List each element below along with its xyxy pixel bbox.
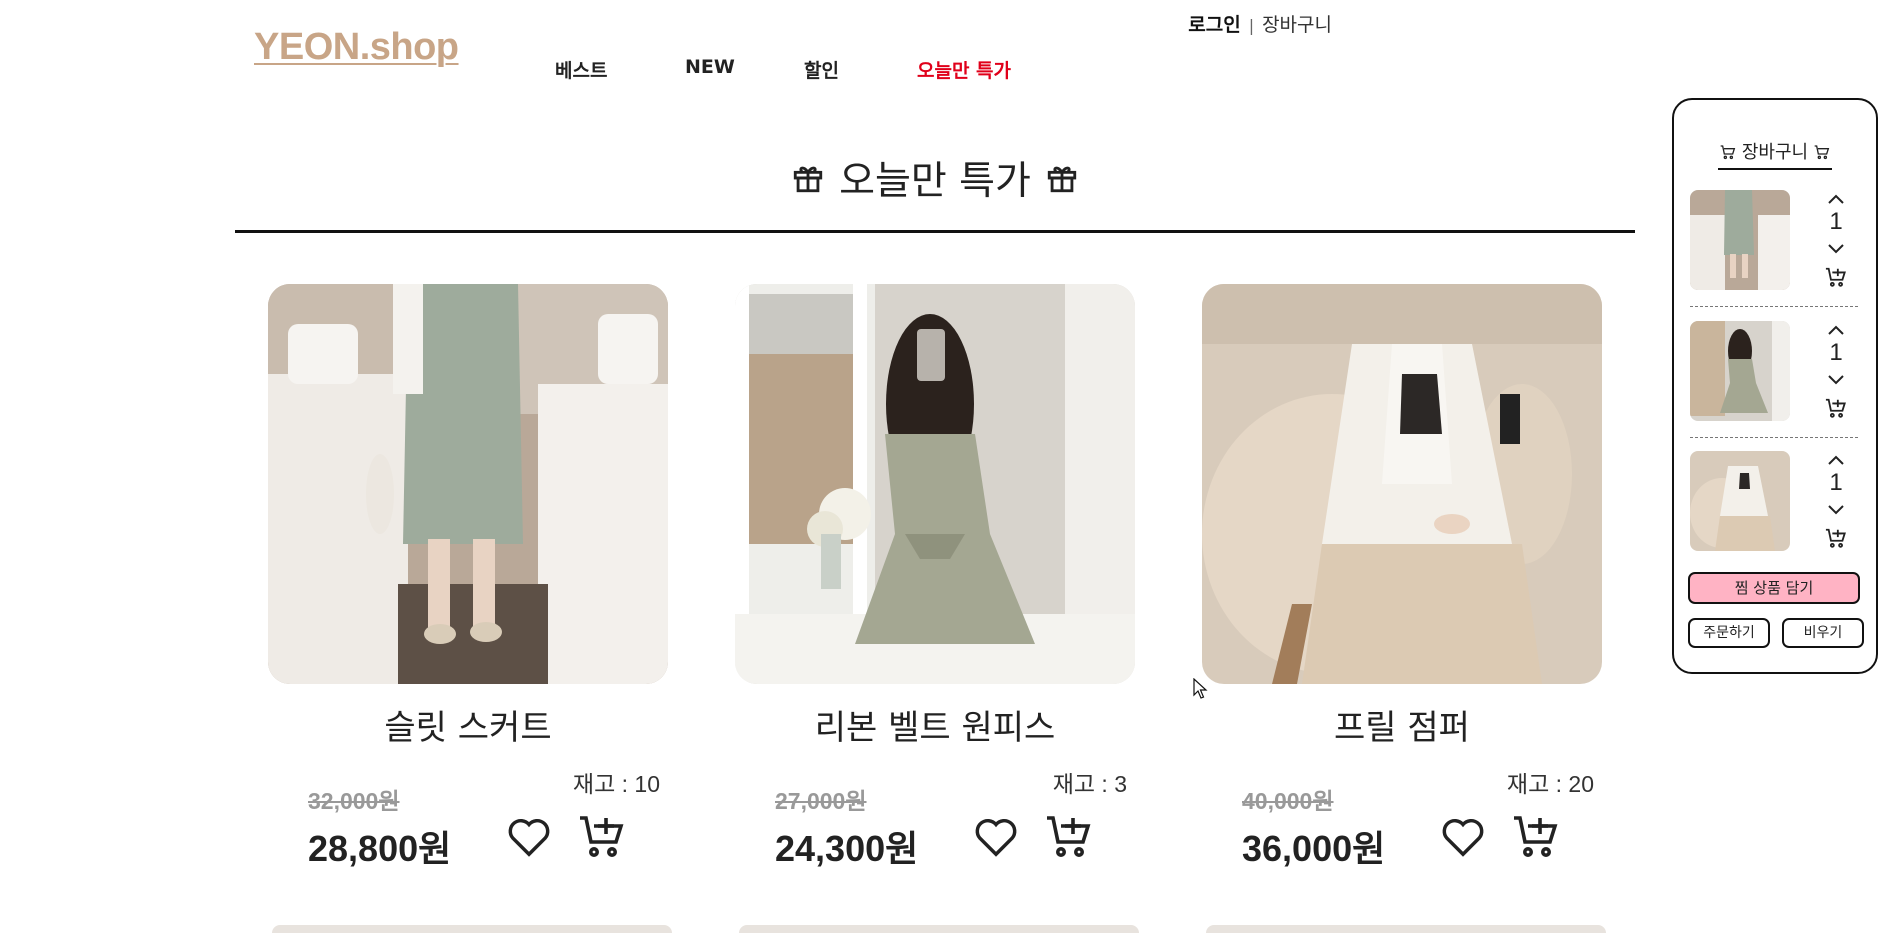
product-price: 28,800원 [308, 828, 452, 869]
mouse-cursor-icon [1193, 678, 1208, 699]
cart-item-quantity: 1 [1829, 208, 1843, 235]
chevron-up-icon[interactable] [1826, 192, 1846, 206]
cart-icon [1814, 145, 1830, 160]
site-logo[interactable]: YEON.shop [254, 26, 459, 69]
menu-item-sale[interactable]: 할인 [804, 56, 917, 83]
chevron-up-icon[interactable] [1826, 323, 1846, 337]
section-divider [235, 230, 1635, 233]
product-image[interactable] [735, 284, 1135, 684]
section-title: 오늘만 특가 [235, 150, 1635, 206]
cart-item: 1 [1690, 451, 1860, 551]
clear-cart-button[interactable]: 비우기 [1782, 618, 1864, 648]
top-nav: 로그인 | 장바구니 [1188, 10, 1332, 37]
menu-item-best[interactable]: 베스트 [555, 56, 685, 83]
product-name[interactable]: 프릴 점퍼 [1202, 700, 1602, 749]
chevron-up-icon[interactable] [1826, 453, 1846, 467]
side-cart-title-text: 장바구니 [1741, 142, 1809, 163]
chevron-down-icon[interactable] [1826, 503, 1846, 517]
nav-separator: | [1248, 16, 1255, 35]
product-stock: 재고 : 10 [572, 771, 660, 797]
product-price: 24,300원 [775, 828, 919, 869]
menu-item-new[interactable]: NEW [685, 56, 804, 83]
product-card: 리본 벨트 원피스 재고 : 3 27,000원 24,300원 [735, 284, 1135, 869]
gift-icon [1047, 166, 1077, 193]
cart-item-divider [1690, 306, 1858, 307]
add-to-cart-icon[interactable] [1824, 527, 1848, 549]
add-to-cart-icon[interactable] [1512, 812, 1560, 860]
cart-item-divider [1690, 437, 1858, 438]
cart-item-thumbnail[interactable] [1690, 321, 1790, 421]
product-name[interactable]: 리본 벨트 원피스 [735, 700, 1135, 749]
next-row-product-image[interactable] [272, 925, 672, 933]
product-image[interactable] [1202, 284, 1602, 684]
product-original-price: 32,000원 [308, 788, 400, 814]
product-original-price: 27,000원 [775, 788, 867, 814]
cart-item-quantity: 1 [1829, 339, 1843, 366]
cart-link[interactable]: 장바구니 [1262, 14, 1332, 36]
heart-icon[interactable] [973, 814, 1019, 860]
add-to-cart-icon[interactable] [1824, 266, 1848, 288]
heart-icon[interactable] [1440, 814, 1486, 860]
next-row-product-image[interactable] [739, 925, 1139, 933]
cart-item-quantity: 1 [1829, 469, 1843, 496]
cart-item-thumbnail[interactable] [1690, 190, 1790, 290]
product-stock: 재고 : 3 [1052, 771, 1127, 797]
side-cart-panel: 장바구니 1 1 1 찜 상품 담기 주문하기 비우기 [1672, 98, 1878, 674]
add-to-cart-icon[interactable] [1045, 812, 1093, 860]
gift-icon [793, 166, 823, 193]
order-button[interactable]: 주문하기 [1688, 618, 1770, 648]
product-image[interactable] [268, 284, 668, 684]
login-link[interactable]: 로그인 [1188, 14, 1240, 36]
product-card: 슬릿 스커트 재고 : 10 32,000원 28,800원 [268, 284, 668, 869]
add-wishlist-button[interactable]: 찜 상품 담기 [1688, 572, 1860, 604]
heart-icon[interactable] [506, 814, 552, 860]
side-cart-title: 장바구니 [1674, 138, 1876, 170]
section-title-text: 오늘만 특가 [839, 159, 1031, 204]
product-card: 프릴 점퍼 재고 : 20 40,000원 36,000원 [1202, 284, 1602, 869]
cart-icon [1720, 145, 1736, 160]
product-stock: 재고 : 20 [1506, 771, 1594, 797]
product-name[interactable]: 슬릿 스커트 [268, 700, 668, 749]
cart-item: 1 [1690, 190, 1860, 290]
add-to-cart-icon[interactable] [1824, 397, 1848, 419]
cart-item: 1 [1690, 321, 1860, 421]
next-row-product-image[interactable] [1206, 925, 1606, 933]
product-price: 36,000원 [1242, 828, 1386, 869]
chevron-down-icon[interactable] [1826, 242, 1846, 256]
product-original-price: 40,000원 [1242, 788, 1334, 814]
main-menu: 베스트 NEW 할인 오늘만 특가 [555, 56, 1011, 83]
chevron-down-icon[interactable] [1826, 373, 1846, 387]
menu-item-today-deal[interactable]: 오늘만 특가 [917, 56, 1011, 83]
add-to-cart-icon[interactable] [578, 812, 626, 860]
cart-item-thumbnail[interactable] [1690, 451, 1790, 551]
